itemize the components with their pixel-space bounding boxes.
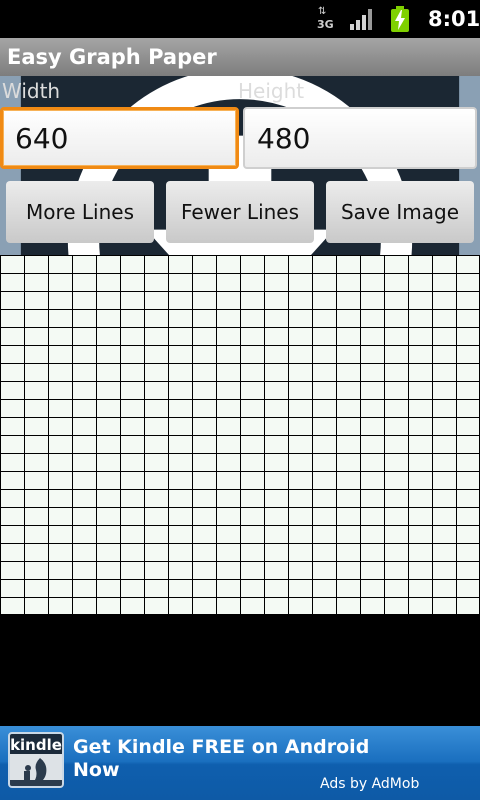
fewer-lines-button[interactable]: Fewer Lines	[166, 181, 314, 243]
more-lines-button[interactable]: More Lines	[6, 181, 154, 243]
width-label: Width	[2, 79, 61, 103]
battery-charging-icon	[391, 6, 409, 32]
ad-attribution: Ads by AdMob	[320, 776, 420, 792]
status-bar: ⇅ 3G 8:01	[0, 0, 480, 38]
height-input[interactable]	[243, 107, 477, 169]
app-title: Easy Graph Paper	[7, 45, 217, 69]
graph-paper-preview	[0, 255, 480, 615]
signal-strength-icon	[350, 8, 376, 30]
network-3g-icon: ⇅ 3G	[317, 6, 334, 31]
ad-banner[interactable]: kindle Get Kindle FREE on Android Now Ad…	[0, 726, 480, 800]
save-image-button[interactable]: Save Image	[326, 181, 474, 243]
height-label: Height	[238, 79, 305, 103]
app-title-bar: Easy Graph Paper	[0, 38, 480, 76]
kindle-logo: kindle	[8, 732, 64, 788]
width-input[interactable]	[0, 107, 239, 169]
status-clock: 8:01	[428, 7, 480, 31]
